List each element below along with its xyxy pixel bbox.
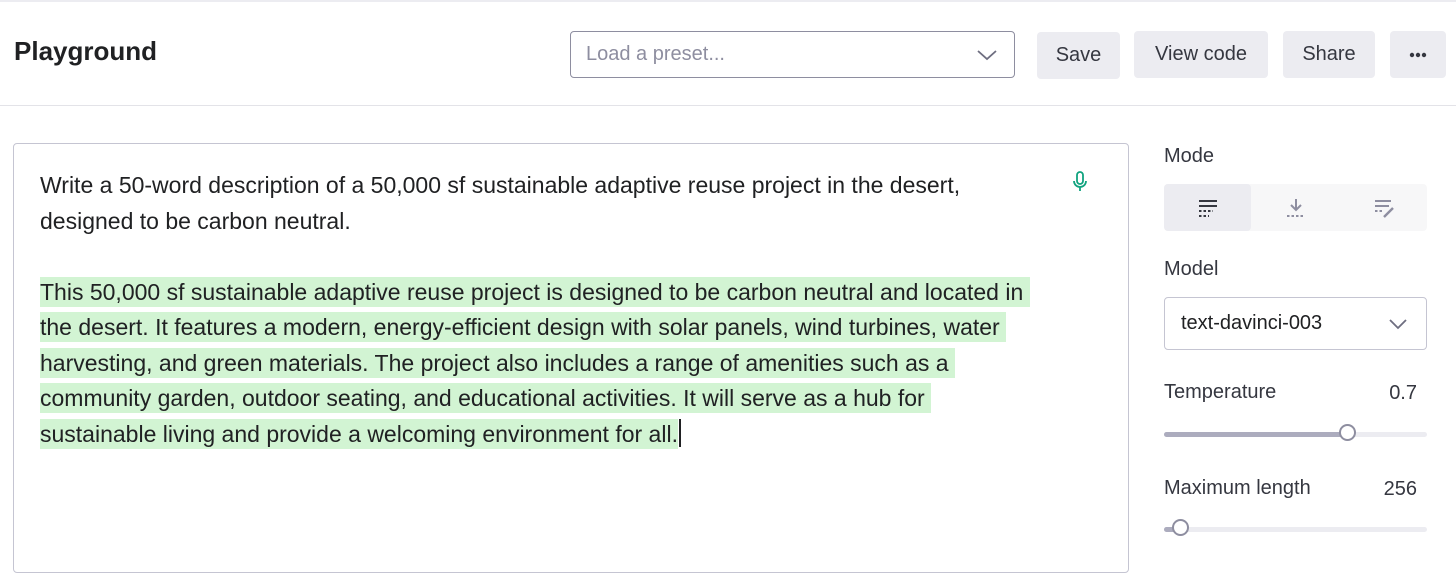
temperature-slider-thumb[interactable] (1339, 424, 1357, 441)
chevron-down-icon (977, 50, 997, 61)
prompt-editor[interactable]: Write a 50-word description of a 50,000 … (13, 143, 1129, 573)
mode-complete-button[interactable] (1164, 184, 1251, 231)
microphone-icon[interactable] (1072, 170, 1088, 194)
completion-text: This 50,000 sf sustainable adaptive reus… (40, 276, 1030, 449)
temperature-label: Temperature (1164, 381, 1277, 403)
view-code-button[interactable]: View code (1134, 31, 1268, 78)
model-label: Model (1164, 258, 1219, 280)
header: Playground Load a preset... Save View co… (0, 2, 1456, 106)
max-length-label: Maximum length (1164, 477, 1311, 499)
mode-selector (1164, 184, 1427, 231)
insert-mode-icon (1286, 198, 1305, 217)
chevron-down-icon (1389, 319, 1407, 330)
more-options-button[interactable] (1390, 31, 1446, 78)
editor-text[interactable]: Write a 50-word description of a 50,000 … (40, 168, 1040, 452)
max-length-slider-thumb[interactable] (1171, 519, 1189, 536)
temperature-slider-fill (1164, 432, 1349, 437)
save-button[interactable]: Save (1037, 32, 1120, 79)
temperature-slider[interactable] (1164, 424, 1427, 441)
max-length-value[interactable]: 256 (1360, 478, 1417, 501)
mode-insert-button[interactable] (1252, 184, 1339, 231)
more-horizontal-icon (1409, 52, 1427, 57)
preset-select[interactable]: Load a preset... (570, 31, 1015, 78)
share-button[interactable]: Share (1283, 31, 1375, 78)
model-value: text-davinci-003 (1181, 312, 1323, 334)
model-select[interactable]: text-davinci-003 (1164, 297, 1427, 350)
mode-edit-button[interactable] (1340, 184, 1427, 231)
max-length-slider[interactable] (1164, 519, 1427, 536)
edit-mode-icon (1374, 199, 1394, 218)
mode-label: Mode (1164, 145, 1215, 167)
text-cursor (678, 418, 681, 447)
page-title: Playground (14, 36, 158, 66)
temperature-value[interactable]: 0.7 (1360, 382, 1417, 405)
preset-placeholder: Load a preset... (586, 43, 725, 65)
prompt-text: Write a 50-word description of a 50,000 … (40, 172, 967, 234)
complete-mode-icon (1198, 199, 1217, 217)
